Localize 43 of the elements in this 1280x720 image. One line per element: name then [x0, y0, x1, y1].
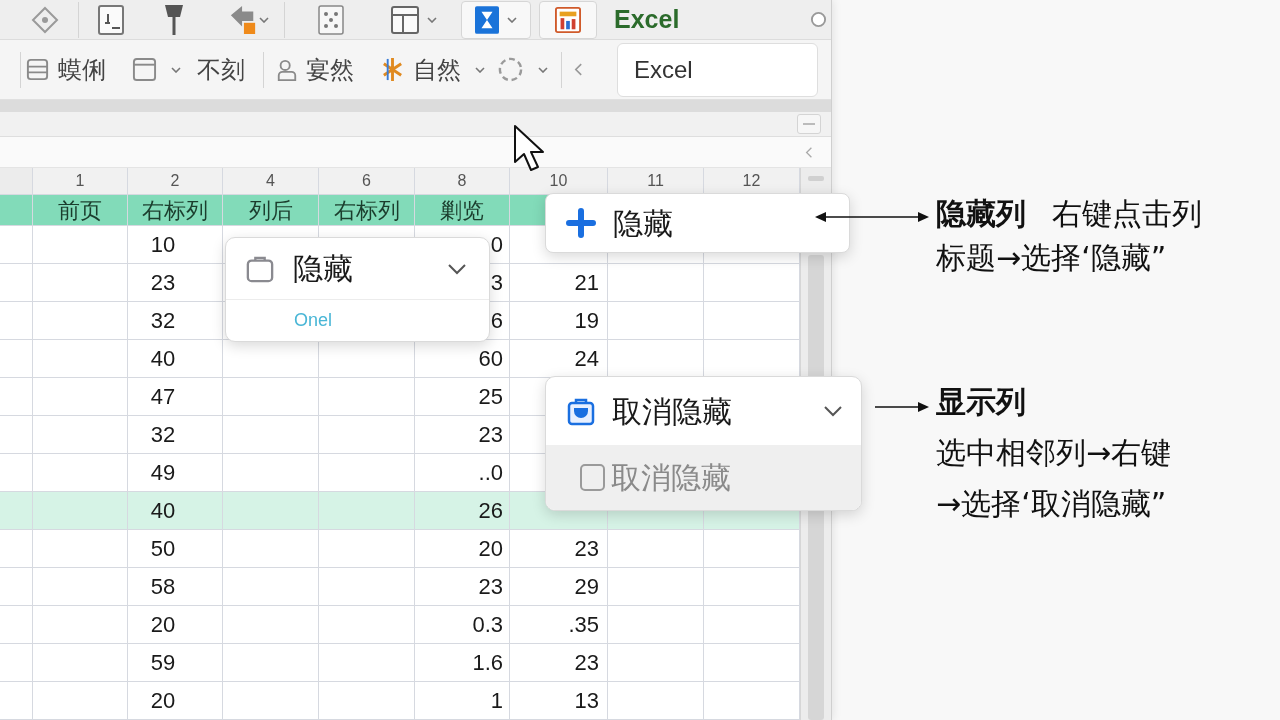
table-cell-text: 26: [478, 497, 503, 525]
table-cell-text: 20: [150, 611, 176, 639]
annotation-title: 显示列: [936, 384, 1027, 420]
table-cell-text: 32: [150, 307, 176, 335]
annotation-text: 隐藏列 右键点击列标题→选择‘隐藏”: [936, 195, 1203, 277]
table-cell-text: 23: [478, 421, 503, 449]
table-cell-text: 47: [150, 383, 176, 411]
table-cell-text: 23: [478, 573, 503, 601]
table-cell-text: 24: [574, 345, 599, 373]
header-cell-text: 列后: [248, 196, 293, 225]
table-cell-text: 3: [490, 269, 503, 297]
table-cell-text: 40: [150, 497, 176, 525]
table-cell-text: 58: [150, 573, 176, 601]
table-cell-text: 25: [478, 383, 503, 411]
table-cell-text: 23: [574, 535, 599, 563]
app-label: Excel: [614, 3, 680, 35]
table-cell-text: 60: [478, 345, 503, 373]
table-cell-text: 20: [150, 687, 176, 715]
table-cell-text: 32: [150, 421, 176, 449]
table-cell-text: 1: [490, 687, 503, 715]
table-cell-text: 13: [574, 687, 599, 715]
table-cell-text: 23: [150, 269, 176, 297]
table-cell-text: 19: [574, 307, 599, 335]
table-cell-text: 40: [150, 345, 176, 373]
table-cell-text: 59: [150, 649, 176, 677]
header-cell-text: 右标列: [333, 196, 400, 225]
table-cell-text: 0.3: [472, 611, 503, 639]
table-cell-text: 10: [150, 231, 176, 259]
table-cell-text: 29: [574, 573, 599, 601]
table-cell-text: ..0: [478, 459, 503, 487]
table-cell-text: 21: [574, 269, 599, 297]
table-cell-text: .35: [568, 611, 599, 639]
table-cell-text: 6: [490, 307, 503, 335]
table-cell-text: 49: [150, 459, 176, 487]
table-cell-text: 23: [574, 649, 599, 677]
table-cell-text: 0: [490, 231, 503, 259]
table-cell-text: 20: [478, 535, 503, 563]
table-cell-text: 50: [150, 535, 176, 563]
header-cell-text: 前页: [58, 196, 102, 225]
header-cell-text: 右标列: [142, 196, 208, 225]
annotation-text: 选中相邻列→右键→选择‘取消隐藏”: [936, 434, 1173, 523]
header-cell-text: 剿览: [440, 196, 484, 225]
table-cell-text: 1.6: [472, 649, 503, 677]
